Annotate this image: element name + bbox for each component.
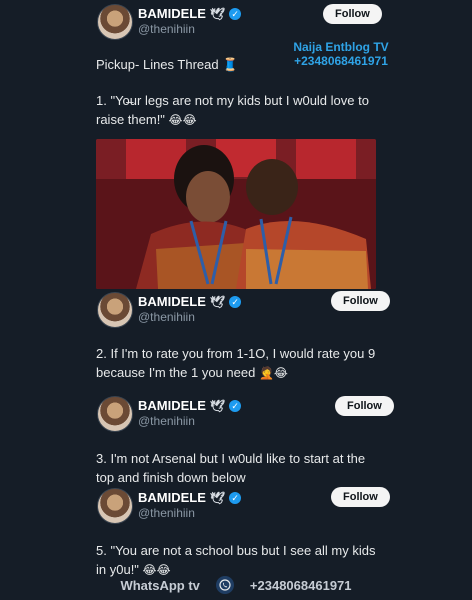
tweet-2-body: 2. If I'm to rate you from 1-1O, I would…	[96, 346, 376, 380]
dove-icon: 🕊	[209, 490, 226, 505]
follow-button[interactable]: Follow	[331, 487, 390, 507]
user-name-text: BAMIDELE	[138, 6, 206, 21]
verified-badge-icon: ✓	[229, 7, 242, 20]
avatar[interactable]	[97, 292, 133, 328]
avatar[interactable]	[97, 4, 133, 40]
verified-badge-icon: ✓	[229, 399, 242, 412]
user-name[interactable]: BAMIDELE 🕊 ✓	[138, 6, 242, 21]
thread-title-text: Pickup- Lines Thread	[96, 57, 219, 72]
couple-photo-image	[96, 139, 376, 289]
tweet-photo[interactable]	[96, 139, 376, 289]
user-handle[interactable]: @thenihiin	[138, 22, 195, 36]
dove-icon: 🕊	[209, 398, 226, 413]
tweet-3-body: 3. I'm not Arsenal but I w0uld like to s…	[96, 451, 366, 485]
whatsapp-tv-label: WhatsApp tv	[120, 577, 200, 593]
follow-button[interactable]: Follow	[323, 4, 382, 24]
avatar[interactable]	[97, 396, 133, 432]
tweet-1-body: 1. "Yo̶ur legs are not my kids but I w0u…	[96, 93, 369, 127]
verified-badge-icon: ✓	[229, 491, 242, 504]
user-handle[interactable]: @thenihiin	[138, 414, 195, 428]
user-name-text: BAMIDELE	[138, 490, 206, 505]
thread-title: Pickup- Lines Thread 🧵	[96, 55, 396, 74]
user-name-text: BAMIDELE	[138, 398, 206, 413]
whatsapp-phone-number: +2348068461971	[249, 577, 352, 593]
user-name[interactable]: BAMIDELE 🕊 ✓	[138, 294, 242, 309]
watermark-title: Naija Entblog TV	[293, 40, 389, 54]
whatsapp-footer: WhatsApp tv +2348068461971	[0, 572, 472, 598]
user-name-text: BAMIDELE	[138, 294, 206, 309]
follow-button[interactable]: Follow	[335, 396, 394, 416]
tweet-1-text: 1. "Yo̶ur legs are not my kids but I w0u…	[96, 91, 386, 130]
tweet-2-text: 2. If I'm to rate you from 1-1O, I would…	[96, 344, 392, 383]
whatsapp-phone-icon	[215, 576, 234, 594]
user-name[interactable]: BAMIDELE 🕊 ✓	[138, 490, 242, 505]
verified-badge-icon: ✓	[229, 295, 242, 308]
thread-spool-icon: 🧵	[222, 57, 239, 72]
user-handle[interactable]: @thenihiin	[138, 310, 195, 324]
user-handle[interactable]: @thenihiin	[138, 506, 195, 520]
facepalm-laughing-emoji-icon: 🤦😂	[258, 366, 288, 380]
dove-icon: 🕊	[209, 6, 226, 21]
laughing-emoji-icon: 😂😂	[168, 113, 197, 127]
follow-button[interactable]: Follow	[331, 291, 390, 311]
avatar[interactable]	[97, 488, 133, 524]
dove-icon: 🕊	[209, 294, 226, 309]
tweet-3-text: 3. I'm not Arsenal but I w0uld like to s…	[96, 449, 386, 487]
user-name[interactable]: BAMIDELE 🕊 ✓	[138, 398, 242, 413]
